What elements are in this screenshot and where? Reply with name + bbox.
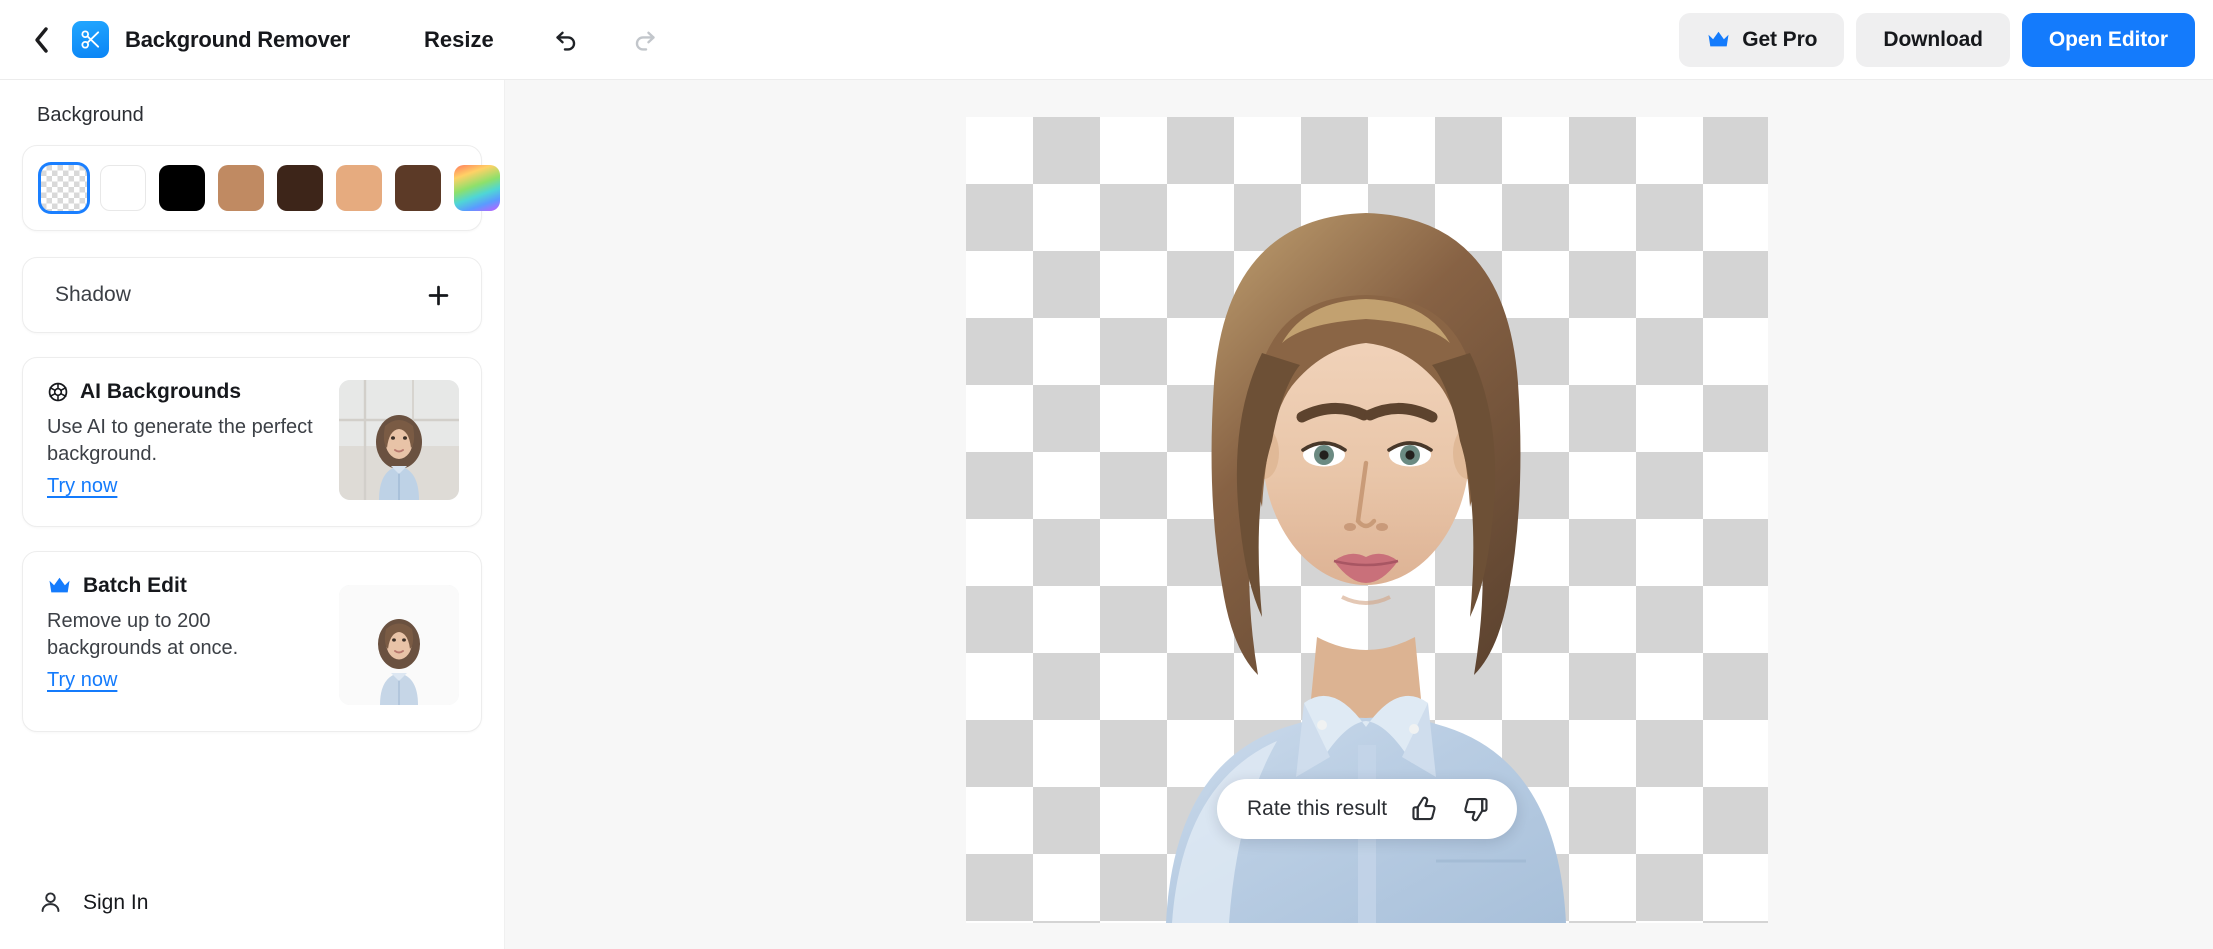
batch-edit-title-row: Batch Edit: [47, 574, 323, 598]
thumbs-up-button[interactable]: [1409, 794, 1439, 824]
ai-backgrounds-title: AI Backgrounds: [80, 380, 241, 404]
ai-backgrounds-title-row: AI Backgrounds: [47, 380, 323, 404]
swatch-white[interactable]: [100, 165, 146, 211]
open-editor-label: Open Editor: [2049, 28, 2168, 52]
redo-arrow-icon: [631, 26, 658, 53]
shadow-label: Shadow: [55, 283, 131, 307]
person-icon: [38, 890, 63, 915]
app-body: Background Shadow: [0, 80, 2213, 949]
thumbs-down-icon: [1461, 794, 1491, 824]
shadow-section[interactable]: Shadow: [22, 257, 482, 333]
plus-icon: [425, 282, 452, 309]
ai-backgrounds-thumbnail: [339, 380, 459, 500]
undo-arrow-icon: [553, 26, 580, 53]
header-right-group: Get Pro Download Open Editor: [1679, 13, 2195, 67]
sign-in-label: Sign In: [83, 891, 148, 915]
background-remover-app: Background Remover Resize Ge: [0, 0, 2213, 949]
get-pro-button[interactable]: Get Pro: [1679, 13, 1844, 67]
header-left-group: Background Remover Resize: [24, 19, 666, 61]
swatch-tan[interactable]: [218, 165, 264, 211]
crown-icon: [1706, 30, 1731, 50]
scissors-app-icon: [72, 21, 109, 58]
swatch-transparent[interactable]: [41, 165, 87, 211]
canvas-area[interactable]: Rate this result: [505, 80, 2213, 949]
get-pro-label: Get Pro: [1742, 28, 1817, 52]
swatch-dark-brown[interactable]: [277, 165, 323, 211]
undo-button[interactable]: [546, 19, 588, 61]
batch-edit-try-now-link[interactable]: Try now: [47, 669, 117, 692]
batch-edit-thumbnail: [339, 585, 459, 705]
thumbs-down-button[interactable]: [1461, 794, 1491, 824]
rate-result-widget: Rate this result: [1217, 779, 1517, 839]
swatch-custom-color-picker[interactable]: [454, 165, 500, 211]
page-title: Background Remover: [125, 27, 350, 53]
artboard[interactable]: Rate this result: [966, 117, 1768, 923]
batch-edit-preview-image: [339, 585, 459, 705]
batch-edit-text: Batch Edit Remove up to 200 backgrounds …: [47, 574, 323, 692]
download-label: Download: [1883, 28, 1983, 52]
back-button[interactable]: [24, 23, 58, 57]
background-section-label: Background: [22, 104, 482, 127]
ai-background-preview-image: [339, 380, 459, 500]
batch-edit-description: Remove up to 200 backgrounds at once.: [47, 608, 323, 661]
batch-edit-title: Batch Edit: [83, 574, 187, 598]
ai-backgrounds-text: AI Backgrounds Use AI to generate the pe…: [47, 380, 323, 498]
batch-edit-card[interactable]: Batch Edit Remove up to 200 backgrounds …: [22, 551, 482, 732]
crown-icon: [47, 576, 72, 596]
redo-button[interactable]: [624, 19, 666, 61]
resize-button[interactable]: Resize: [414, 19, 504, 61]
chevron-left-icon: [32, 25, 51, 55]
swatch-brown[interactable]: [395, 165, 441, 211]
left-sidebar: Background Shadow: [0, 80, 505, 949]
swatch-black[interactable]: [159, 165, 205, 211]
background-swatch-list: [22, 145, 482, 231]
scissors-icon: [79, 28, 102, 51]
ai-backgrounds-try-now-link[interactable]: Try now: [47, 475, 117, 498]
download-button[interactable]: Download: [1856, 13, 2010, 67]
sign-in-button[interactable]: Sign In: [22, 890, 482, 915]
aperture-icon: [47, 381, 69, 403]
rate-result-label: Rate this result: [1247, 797, 1387, 821]
open-editor-button[interactable]: Open Editor: [2022, 13, 2195, 67]
swatch-light-tan[interactable]: [336, 165, 382, 211]
thumbs-up-icon: [1409, 794, 1439, 824]
ai-backgrounds-description: Use AI to generate the perfect backgroun…: [47, 414, 323, 467]
add-shadow-button[interactable]: [421, 278, 455, 312]
app-header: Background Remover Resize Ge: [0, 0, 2213, 80]
ai-backgrounds-card[interactable]: AI Backgrounds Use AI to generate the pe…: [22, 357, 482, 527]
